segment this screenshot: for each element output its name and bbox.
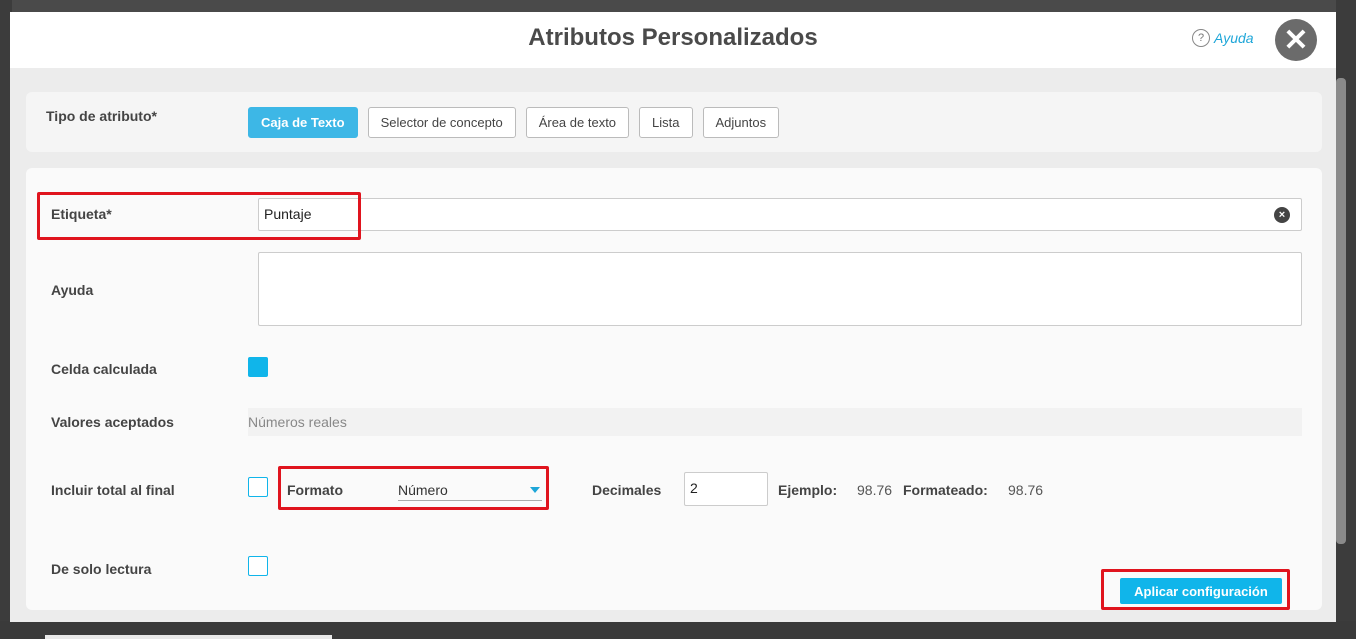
read-only-checkbox[interactable] — [248, 556, 268, 576]
modal-header: Atributos Personalizados ? Ayuda ✕ — [10, 12, 1336, 68]
attribute-type-label: Tipo de atributo* — [46, 108, 157, 124]
decimals-label: Decimales — [592, 482, 662, 498]
type-button-list[interactable]: Lista — [639, 107, 693, 138]
attribute-form: Etiqueta* Puntaje × Ayuda Celda calculad… — [26, 168, 1322, 610]
format-select-value: Número — [398, 482, 448, 498]
calculated-cell-checkbox[interactable] — [248, 357, 268, 377]
example-value: 98.76 — [857, 482, 893, 498]
calculated-cell-label: Celda calculada — [51, 361, 157, 377]
attribute-type-section: Tipo de atributo* Caja de Texto Selector… — [26, 92, 1322, 152]
formatted-label: Formateado: — [903, 482, 988, 498]
decimals-input[interactable]: 2 — [684, 472, 768, 506]
help-link[interactable]: ? Ayuda — [1192, 29, 1254, 47]
close-icon[interactable]: ✕ — [1275, 19, 1317, 61]
help-circle-icon: ? — [1192, 29, 1210, 47]
formatted-value: 98.76 — [1008, 482, 1044, 498]
format-select[interactable]: Número — [398, 479, 542, 501]
type-button-attachments[interactable]: Adjuntos — [702, 107, 780, 138]
include-total-label: Incluir total al final — [51, 482, 175, 498]
help-label: Ayuda — [1214, 30, 1254, 46]
scrollbar[interactable] — [1336, 78, 1346, 544]
clear-icon[interactable]: × — [1274, 207, 1290, 223]
backdrop-strip — [45, 635, 332, 639]
type-button-text-box[interactable]: Caja de Texto — [248, 107, 358, 138]
label-input[interactable]: Puntaje — [258, 198, 1302, 231]
help-field-label: Ayuda — [51, 282, 94, 298]
example-label: Ejemplo: — [778, 482, 838, 498]
help-textarea[interactable] — [258, 252, 1302, 326]
include-total-checkbox[interactable] — [248, 477, 268, 497]
accepted-values-text: Números reales — [248, 414, 347, 430]
attribute-type-buttons: Caja de Texto Selector de concepto Área … — [248, 107, 780, 138]
read-only-label: De solo lectura — [51, 561, 152, 577]
apply-configuration-button[interactable]: Aplicar configuración — [1120, 578, 1282, 604]
custom-attributes-modal: Atributos Personalizados ? Ayuda ✕ Tipo … — [10, 12, 1346, 622]
caret-down-icon — [530, 487, 540, 493]
type-button-concept-selector[interactable]: Selector de concepto — [367, 107, 516, 138]
accepted-values-band — [248, 408, 1302, 436]
format-label: Formato — [287, 482, 343, 498]
type-button-text-area[interactable]: Área de texto — [525, 107, 630, 138]
label-field-label: Etiqueta* — [51, 206, 112, 222]
modal-title: Atributos Personalizados — [528, 24, 818, 51]
accepted-values-label: Valores aceptados — [51, 414, 174, 430]
